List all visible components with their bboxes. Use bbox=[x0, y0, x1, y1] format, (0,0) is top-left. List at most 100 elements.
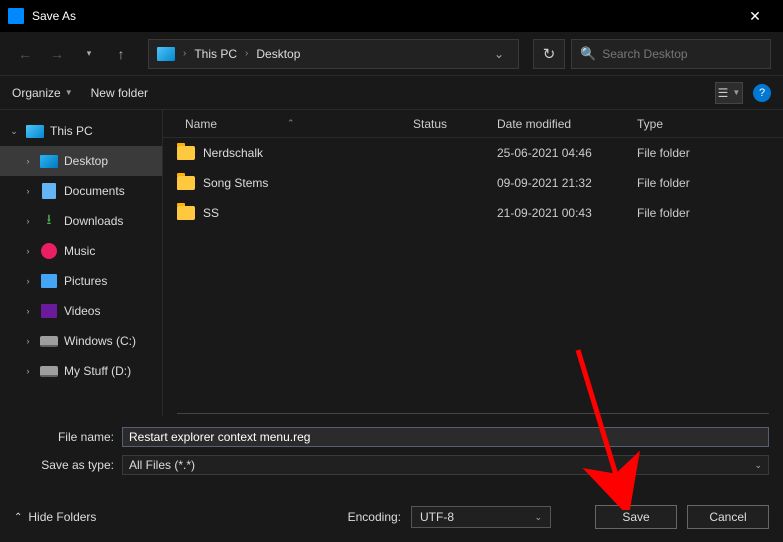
sidebar-item-windows-c-[interactable]: › Windows (C:) bbox=[0, 326, 162, 356]
view-button[interactable]: ☰ ▼ bbox=[715, 82, 743, 104]
file-date: 25-06-2021 04:46 bbox=[497, 146, 637, 160]
sidebar-item-label: Documents bbox=[64, 184, 125, 198]
refresh-button[interactable]: ↻ bbox=[533, 39, 565, 69]
pc-icon bbox=[26, 123, 44, 139]
file-row[interactable]: Song Stems 09-09-2021 21:32File folder bbox=[163, 168, 783, 198]
tree-caret[interactable]: › bbox=[22, 306, 34, 316]
search-box[interactable]: 🔍 bbox=[571, 39, 771, 69]
file-type: File folder bbox=[637, 146, 783, 160]
col-name[interactable]: Name ⌃ bbox=[163, 117, 413, 131]
hide-folders-label: Hide Folders bbox=[28, 510, 96, 524]
recent-dropdown[interactable]: ▾ bbox=[76, 41, 102, 67]
saveastype-value: All Files (*.*) bbox=[129, 458, 195, 472]
tree-caret[interactable]: ⌄ bbox=[8, 126, 20, 137]
crumb-sep: › bbox=[183, 48, 186, 59]
organize-label: Organize bbox=[12, 86, 61, 100]
sidebar-item-downloads[interactable]: ›⭳Downloads bbox=[0, 206, 162, 236]
file-row[interactable]: Nerdschalk25-06-2021 04:46File folder bbox=[163, 138, 783, 168]
tree-caret[interactable]: › bbox=[22, 276, 34, 286]
file-type: File folder bbox=[637, 176, 783, 190]
sidebar: ⌄This PC›Desktop›Documents›⭳Downloads›Mu… bbox=[0, 110, 162, 416]
sidebar-item-label: This PC bbox=[50, 124, 93, 138]
filename-input[interactable] bbox=[122, 427, 769, 447]
pc-icon bbox=[157, 47, 175, 61]
back-button[interactable]: ← bbox=[12, 41, 38, 67]
crumb-this-pc[interactable]: This PC bbox=[194, 47, 237, 61]
encoding-select[interactable]: UTF-8 ⌄ bbox=[411, 506, 551, 528]
desktop-icon bbox=[40, 153, 58, 169]
up-button[interactable]: ↑ bbox=[108, 41, 134, 67]
close-button[interactable]: ✕ bbox=[735, 8, 775, 25]
address-dropdown[interactable]: ⌄ bbox=[488, 47, 510, 61]
sidebar-item-documents[interactable]: › Documents bbox=[0, 176, 162, 206]
app-icon bbox=[8, 8, 24, 24]
file-name: Song Stems bbox=[203, 176, 413, 190]
chevron-down-icon: ⌄ bbox=[754, 460, 762, 471]
drive-icon bbox=[40, 363, 58, 379]
video-icon bbox=[40, 303, 58, 319]
sidebar-item-my-stuff-d-[interactable]: › My Stuff (D:) bbox=[0, 356, 162, 386]
file-row[interactable]: SS21-09-2021 00:43File folder bbox=[163, 198, 783, 228]
file-date: 21-09-2021 00:43 bbox=[497, 206, 637, 220]
folder-icon bbox=[177, 206, 195, 220]
sidebar-item-label: Desktop bbox=[64, 154, 108, 168]
sidebar-item-desktop[interactable]: › Desktop bbox=[0, 146, 162, 176]
sidebar-item-label: Pictures bbox=[64, 274, 107, 288]
organize-button[interactable]: Organize ▼ bbox=[12, 86, 73, 100]
tree-caret[interactable]: › bbox=[22, 186, 34, 196]
navbar: ← → ▾ ↑ › This PC › Desktop ⌄ ↻ 🔍 bbox=[0, 32, 783, 76]
footer: ⌃ Hide Folders Encoding: UTF-8 ⌄ Save Ca… bbox=[0, 492, 783, 542]
pic-icon bbox=[40, 273, 58, 289]
col-date[interactable]: Date modified bbox=[497, 117, 637, 131]
music-icon bbox=[40, 243, 58, 259]
crumb-desktop[interactable]: Desktop bbox=[256, 47, 300, 61]
col-status[interactable]: Status bbox=[413, 117, 497, 131]
tree-caret[interactable]: › bbox=[22, 246, 34, 256]
sidebar-item-this-pc[interactable]: ⌄ This PC bbox=[0, 116, 162, 146]
sort-indicator: ⌃ bbox=[287, 118, 295, 129]
hide-folders-button[interactable]: ⌃ Hide Folders bbox=[14, 510, 96, 524]
sidebar-item-label: Videos bbox=[64, 304, 100, 318]
address-bar[interactable]: › This PC › Desktop ⌄ bbox=[148, 39, 519, 69]
column-headers: Name ⌃ Status Date modified Type bbox=[163, 110, 783, 138]
chevron-down-icon: ▼ bbox=[65, 88, 73, 97]
tree-caret[interactable]: › bbox=[22, 216, 34, 226]
filename-label: File name: bbox=[14, 430, 122, 444]
main: ⌄This PC›Desktop›Documents›⭳Downloads›Mu… bbox=[0, 110, 783, 416]
toolbar: Organize ▼ New folder ☰ ▼ ? bbox=[0, 76, 783, 110]
forward-button[interactable]: → bbox=[44, 41, 70, 67]
new-folder-button[interactable]: New folder bbox=[91, 86, 148, 100]
file-date: 09-09-2021 21:32 bbox=[497, 176, 637, 190]
down-icon: ⭳ bbox=[40, 213, 58, 229]
encoding-value: UTF-8 bbox=[420, 510, 454, 524]
window-title: Save As bbox=[32, 9, 735, 23]
sidebar-item-music[interactable]: ›Music bbox=[0, 236, 162, 266]
sidebar-item-videos[interactable]: › Videos bbox=[0, 296, 162, 326]
search-input[interactable] bbox=[602, 47, 762, 61]
doc-icon bbox=[40, 183, 58, 199]
tree-caret[interactable]: › bbox=[22, 156, 34, 166]
file-type: File folder bbox=[637, 206, 783, 220]
sidebar-item-label: Windows (C:) bbox=[64, 334, 136, 348]
col-type[interactable]: Type bbox=[637, 117, 783, 131]
tree-caret[interactable]: › bbox=[22, 366, 34, 376]
crumb-sep: › bbox=[245, 48, 248, 59]
saveastype-select[interactable]: All Files (*.*) ⌄ bbox=[122, 455, 769, 475]
chevron-up-icon: ⌃ bbox=[14, 512, 22, 523]
file-list: Name ⌃ Status Date modified Type Nerdsch… bbox=[162, 110, 783, 416]
chevron-down-icon: ⌄ bbox=[534, 512, 542, 523]
save-button[interactable]: Save bbox=[595, 505, 677, 529]
sidebar-item-label: My Stuff (D:) bbox=[64, 364, 131, 378]
new-folder-label: New folder bbox=[91, 86, 148, 100]
encoding-label: Encoding: bbox=[348, 510, 401, 524]
tree-caret[interactable]: › bbox=[22, 336, 34, 346]
saveastype-label: Save as type: bbox=[14, 458, 122, 472]
folder-icon bbox=[177, 176, 195, 190]
sidebar-item-pictures[interactable]: › Pictures bbox=[0, 266, 162, 296]
cancel-button[interactable]: Cancel bbox=[687, 505, 769, 529]
help-button[interactable]: ? bbox=[753, 84, 771, 102]
bottom-panel: File name: Save as type: All Files (*.*)… bbox=[0, 416, 783, 492]
folder-icon bbox=[177, 146, 195, 160]
scrollbar-track[interactable] bbox=[177, 413, 769, 414]
search-icon: 🔍 bbox=[580, 46, 596, 62]
